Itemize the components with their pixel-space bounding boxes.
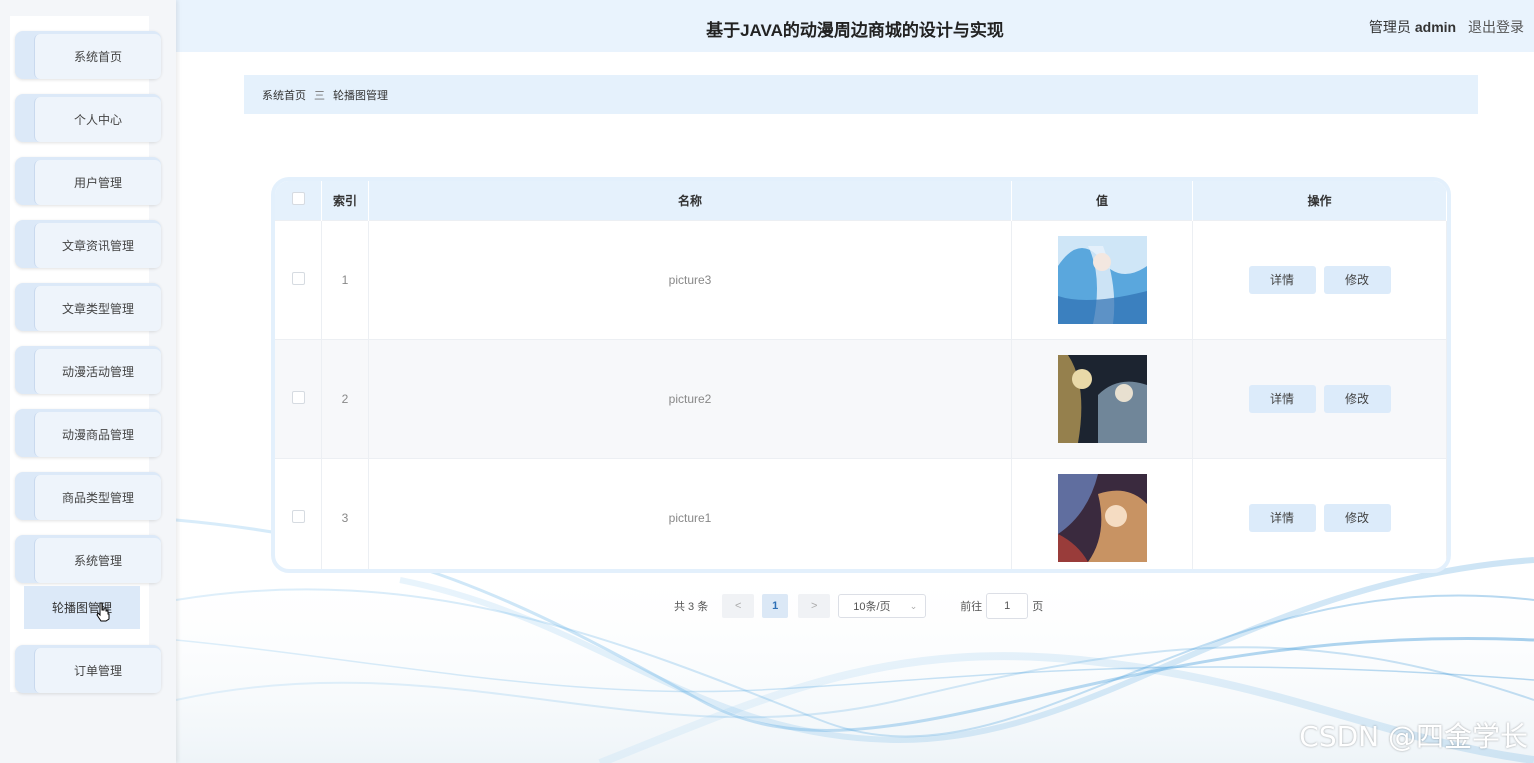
row-checkbox[interactable] [291,509,305,523]
row-actions: 详情 修改 [1192,338,1447,458]
sidebar-item-label: 动漫活动管理 [34,349,161,394]
detail-button[interactable]: 详情 [1248,503,1316,532]
page-size-select[interactable]: 10条/页 ⌄ [838,594,927,618]
row-name: picture1 [368,457,1012,569]
prev-page-button[interactable]: < [722,594,755,618]
user-info: 管理员 admin 退出登录 [1361,17,1524,37]
user-role: 管理员 [1368,19,1411,35]
breadcrumb: 系统首页 三 轮播图管理 [244,75,1478,114]
breadcrumb-separator: 三 [314,89,325,102]
sidebar-item-label: 系统管理 [34,538,161,583]
carousel-image-thumbnail [1057,235,1147,324]
goto-prefix: 前往 [960,601,983,613]
sidebar-item-label: 系统首页 [34,34,161,79]
carousel-image-thumbnail [1057,473,1147,562]
row-name: picture2 [368,338,1012,458]
row-actions: 详情 修改 [1192,457,1447,569]
sidebar-item-system[interactable]: 系统管理 [15,535,161,583]
sidebar-item-label: 动漫商品管理 [34,412,161,457]
page-number-1[interactable]: 1 [762,594,789,618]
sidebar-item-label: 文章资讯管理 [34,223,161,268]
row-name: picture3 [368,219,1012,339]
sidebar-item-orders[interactable]: 订单管理 [15,645,161,693]
sidebar-item-home[interactable]: 系统首页 [15,31,161,79]
sidebar-item-label: 商品类型管理 [34,475,161,520]
top-header: 基于JAVA的动漫周边商城的设计与实现 管理员 admin 退出登录 [176,0,1534,52]
watermark: CSDN @四金学长 [1299,720,1528,753]
page-size-value: 10条/页 [853,601,891,613]
row-select-cell [275,219,322,339]
sidebar-item-label: 个人中心 [34,97,161,142]
table-row: 3 picture1 详情 修改 [275,457,1447,569]
breadcrumb-current: 轮播图管理 [333,89,388,102]
table-row: 2 picture2 详情 修改 [275,338,1447,458]
row-checkbox[interactable] [291,390,305,404]
select-all-cell [275,181,322,220]
row-value-cell [1011,219,1193,339]
logout-link[interactable]: 退出登录 [1468,19,1524,35]
app-title: 基于JAVA的动漫周边商城的设计与实现 [706,21,1004,40]
row-index: 3 [321,457,369,569]
sidebar-item-label: 订单管理 [34,648,161,693]
detail-button[interactable]: 详情 [1248,265,1316,294]
row-select-cell [275,457,322,569]
sidebar-item-product-types[interactable]: 商品类型管理 [15,472,161,520]
goto-page-input[interactable]: 1 [986,593,1029,619]
chevron-down-icon: ⌄ [909,600,918,611]
row-checkbox[interactable] [291,271,305,285]
sidebar-item-anime-products[interactable]: 动漫商品管理 [15,409,161,457]
sidebar-item-label: 用户管理 [34,160,161,205]
sidebar-item-users[interactable]: 用户管理 [15,157,161,205]
data-table-card: 索引 名称 值 操作 1 picture3 详情 修改 2 picture2 详… [271,177,1451,573]
breadcrumb-home[interactable]: 系统首页 [262,87,306,103]
sidebar-item-label: 文章类型管理 [34,286,161,331]
sidebar-subitem-carousel[interactable]: 轮播图管理 [24,586,140,629]
sidebar: 系统首页 个人中心 用户管理 文章资讯管理 文章类型管理 动漫活动管理 动漫商品… [0,0,176,763]
table-row: 1 picture3 详情 修改 [275,219,1447,339]
detail-button[interactable]: 详情 [1248,384,1316,413]
edit-button[interactable]: 修改 [1323,265,1391,294]
sidebar-item-articles[interactable]: 文章资讯管理 [15,220,161,268]
row-value-cell [1011,457,1193,569]
next-page-button[interactable]: > [798,594,831,618]
row-index: 2 [321,338,369,458]
row-select-cell [275,338,322,458]
hand-cursor-icon [96,602,110,622]
sidebar-item-profile[interactable]: 个人中心 [15,94,161,142]
row-value-cell [1011,338,1193,458]
row-actions: 详情 修改 [1192,219,1447,339]
carousel-table: 索引 名称 值 操作 1 picture3 详情 修改 2 picture2 详… [275,181,1447,569]
edit-button[interactable]: 修改 [1323,503,1391,532]
goto-suffix: 页 [1032,601,1044,613]
pagination: 共 3 条 < 1 > 10条/页 ⌄ 前往 1 页 [674,593,1044,619]
sidebar-item-article-types[interactable]: 文章类型管理 [15,283,161,331]
sidebar-item-anime-events[interactable]: 动漫活动管理 [15,346,161,394]
username: admin [1414,19,1457,35]
row-index: 1 [321,219,369,339]
pagination-total: 共 3 条 [674,601,709,613]
column-value: 值 [1011,181,1193,220]
edit-button[interactable]: 修改 [1323,384,1391,413]
column-actions: 操作 [1192,181,1447,220]
column-name: 名称 [368,181,1012,220]
carousel-image-thumbnail [1057,354,1147,443]
table-header-row: 索引 名称 值 操作 [275,181,1447,220]
column-index: 索引 [321,181,369,220]
select-all-checkbox[interactable] [291,192,305,206]
